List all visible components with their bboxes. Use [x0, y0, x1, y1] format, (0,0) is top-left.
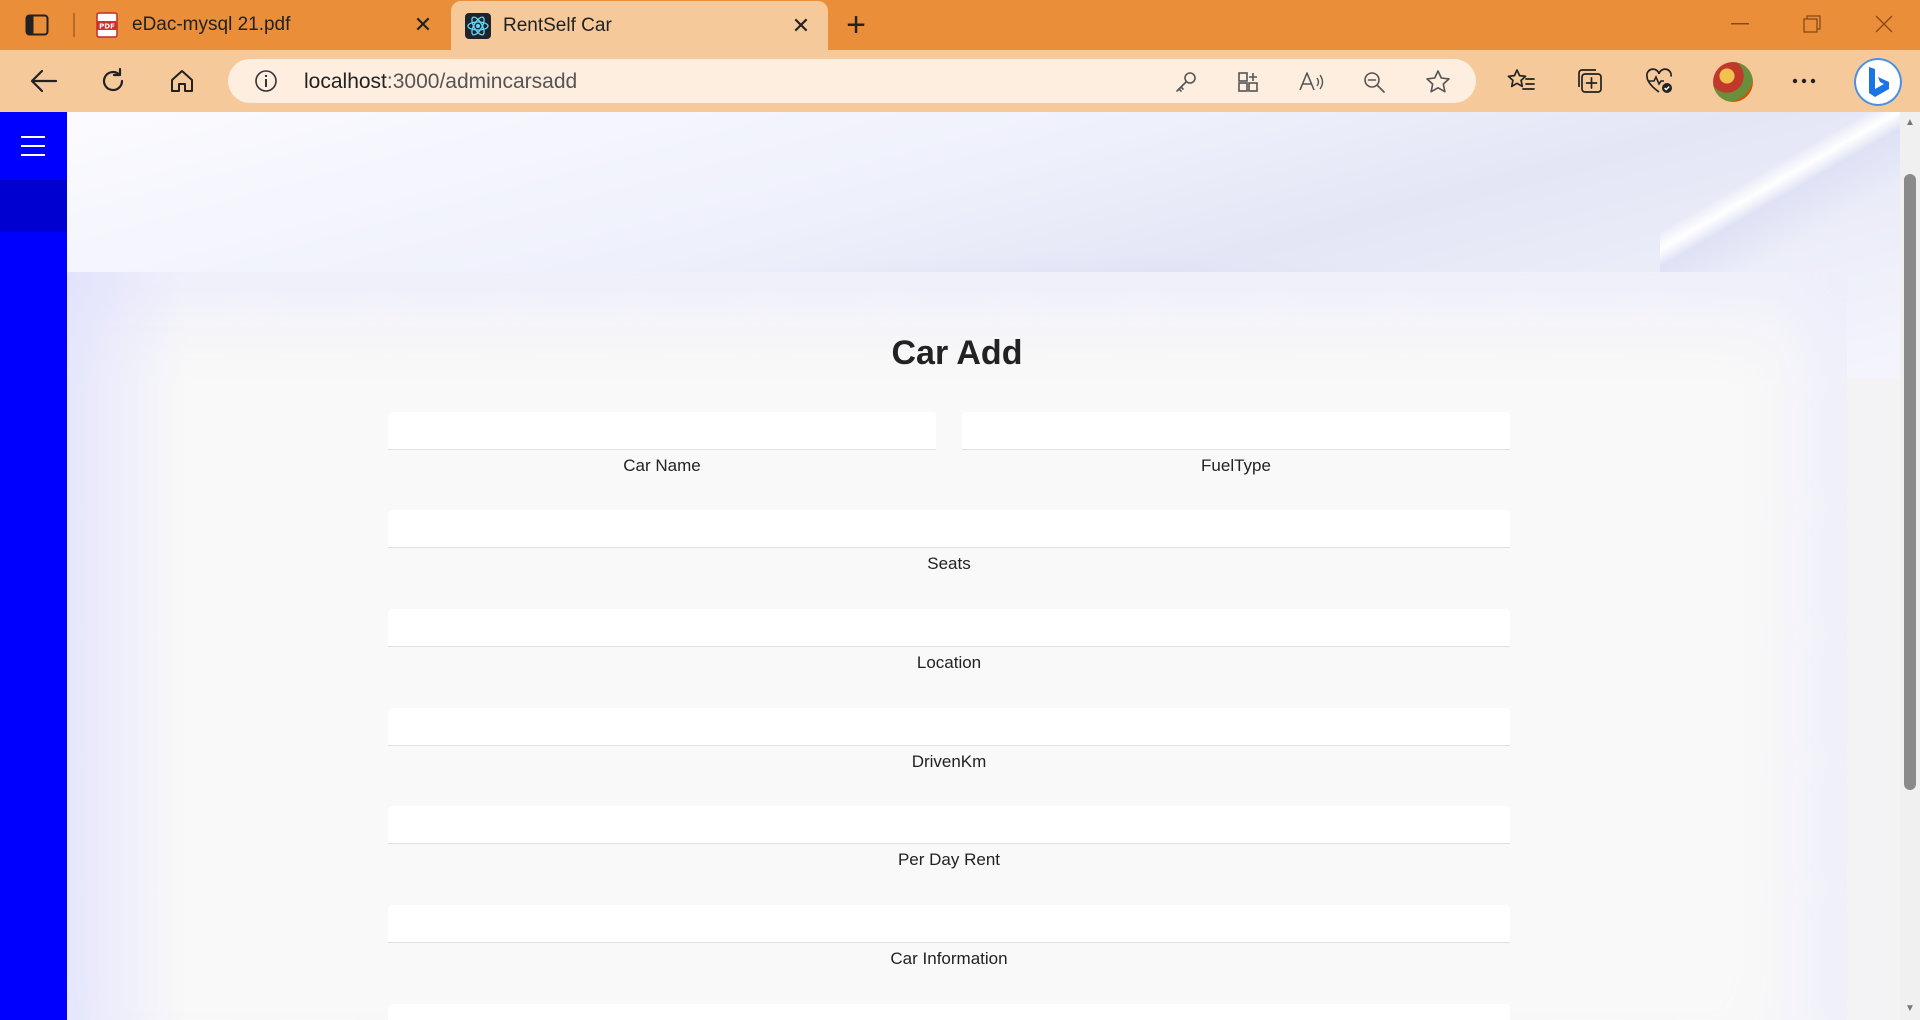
tab-separator — [73, 13, 75, 37]
close-window-icon[interactable] — [1864, 8, 1904, 40]
url-path: :3000/admincarsadd — [386, 70, 578, 93]
car-information-input[interactable] — [388, 905, 1510, 943]
location-input[interactable] — [388, 609, 1510, 647]
tab-title: RentSelf Car — [503, 15, 612, 36]
favorite-star-icon[interactable] — [1424, 68, 1452, 96]
back-icon[interactable] — [26, 63, 62, 99]
seats-input[interactable] — [388, 510, 1510, 548]
fuel-type-field: FuelType — [962, 412, 1510, 476]
refresh-icon[interactable] — [95, 63, 131, 99]
close-icon[interactable]: ✕ — [412, 14, 434, 36]
scrollbar-thumb[interactable] — [1904, 174, 1916, 790]
car-name-input[interactable] — [388, 412, 936, 450]
svg-text:PDF: PDF — [99, 23, 115, 31]
tab-rentself[interactable]: RentSelf Car ✕ — [451, 1, 828, 50]
page-scrollbar[interactable]: ▲ ▼ — [1900, 112, 1920, 1020]
next-field-input[interactable] — [388, 1004, 1510, 1020]
car-information-label: Car Information — [890, 949, 1008, 968]
info-icon[interactable] — [254, 69, 278, 93]
fuel-type-label: FuelType — [1201, 456, 1271, 475]
favorites-icon[interactable] — [1504, 64, 1538, 98]
address-bar[interactable]: localhost:3000/admincarsadd — [228, 59, 1476, 103]
page-content: Car Add Car Name FuelType Seats Location… — [0, 112, 1900, 1020]
car-name-field: Car Name — [388, 412, 936, 476]
pdf-icon: PDF — [94, 12, 120, 38]
restore-icon[interactable] — [1792, 8, 1832, 40]
location-field: Location — [388, 609, 1510, 673]
car-information-field: Car Information — [388, 905, 1510, 969]
scroll-up-icon[interactable]: ▲ — [1904, 118, 1916, 128]
url-text: localhost:3000/admincarsadd — [304, 70, 577, 94]
apps-icon[interactable] — [1234, 68, 1262, 96]
card-glow — [67, 272, 187, 1020]
per-day-rent-label: Per Day Rent — [897, 850, 1001, 869]
url-host: localhost — [304, 70, 387, 93]
close-icon[interactable]: ✕ — [790, 15, 812, 37]
location-label: Location — [916, 653, 982, 672]
driven-km-input[interactable] — [388, 708, 1510, 746]
minimize-icon[interactable] — [1720, 8, 1760, 40]
tab-pdf[interactable]: PDF eDac-mysql 21.pdf ✕ — [80, 0, 450, 50]
sidebar — [0, 112, 67, 1020]
bing-copilot-icon[interactable] — [1854, 58, 1902, 106]
page-title: Car Add — [891, 334, 1023, 372]
seats-field: Seats — [388, 510, 1510, 574]
menu-icon[interactable] — [21, 136, 45, 156]
car-add-form-card: Car Add Car Name FuelType Seats Location… — [67, 272, 1847, 1020]
tab-title: eDac-mysql 21.pdf — [132, 14, 291, 35]
new-tab-icon[interactable]: + — [840, 8, 872, 42]
profile-avatar[interactable] — [1713, 62, 1753, 102]
seats-label: Seats — [927, 554, 971, 573]
react-icon — [465, 13, 491, 39]
tab-actions-icon[interactable] — [20, 12, 54, 38]
car-name-label: Car Name — [623, 456, 701, 475]
key-icon[interactable] — [1172, 68, 1200, 96]
per-day-rent-input[interactable] — [388, 806, 1510, 844]
zoom-out-icon[interactable] — [1360, 68, 1388, 96]
more-options-icon[interactable] — [1787, 64, 1821, 98]
scroll-down-icon[interactable]: ▼ — [1904, 1004, 1916, 1014]
hero-wave — [1660, 112, 1900, 272]
fuel-type-input[interactable] — [962, 412, 1510, 450]
driven-km-label: DrivenKm — [911, 752, 987, 771]
tab-bar: PDF eDac-mysql 21.pdf ✕ RentSelf Car ✕ + — [0, 0, 1920, 50]
per-day-rent-field: Per Day Rent — [388, 806, 1510, 870]
home-icon[interactable] — [164, 63, 200, 99]
browser-toolbar: localhost:3000/admincarsadd — [0, 50, 1920, 112]
driven-km-field: DrivenKm — [388, 708, 1510, 772]
sidebar-active-item[interactable] — [0, 180, 67, 232]
collections-icon[interactable] — [1573, 64, 1607, 98]
next-field-partial — [388, 1004, 1510, 1020]
read-aloud-icon[interactable] — [1297, 68, 1325, 96]
browser-essentials-icon[interactable] — [1642, 64, 1676, 98]
